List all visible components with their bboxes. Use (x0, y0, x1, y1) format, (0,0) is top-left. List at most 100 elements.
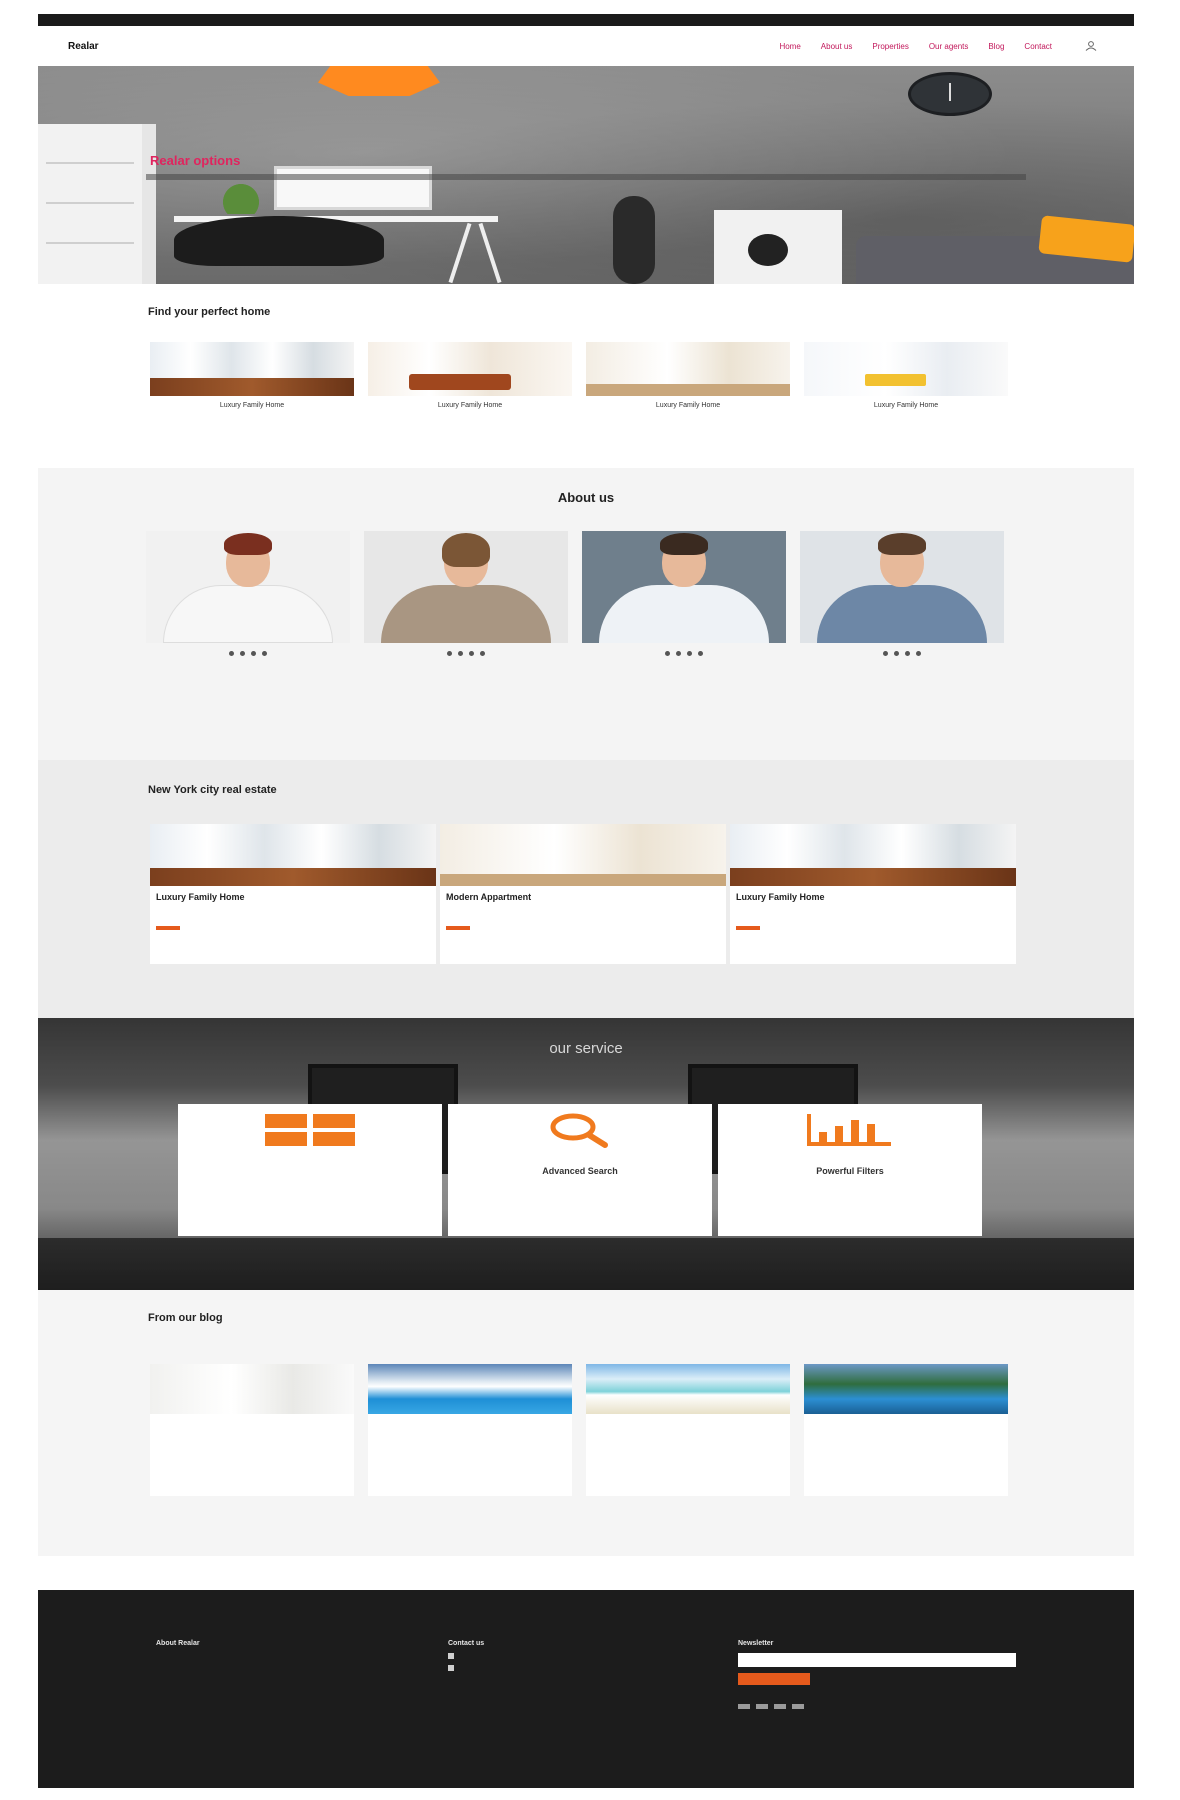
property-card[interactable]: Luxury Family Home (150, 342, 354, 413)
chart-icon (807, 1114, 891, 1146)
team-member (364, 531, 568, 656)
footer-social-links (738, 1704, 1028, 1709)
listing-price (440, 914, 726, 917)
footer-about-title: About Realar (156, 1640, 200, 1647)
facebook-icon[interactable] (738, 1704, 750, 1709)
post-photo[interactable] (586, 1364, 790, 1414)
avatar (146, 531, 350, 643)
listing-title[interactable]: Luxury Family Home (730, 886, 1016, 902)
property-card[interactable]: Luxury Family Home (804, 342, 1008, 413)
instagram-icon[interactable] (687, 651, 692, 656)
team-grid (146, 531, 1134, 656)
property-photo[interactable] (368, 342, 572, 396)
details-button[interactable] (446, 926, 470, 930)
property-caption[interactable]: Luxury Family Home (586, 402, 790, 409)
blog-post-card[interactable] (804, 1364, 1008, 1496)
blog-post-card[interactable] (586, 1364, 790, 1496)
instagram-icon[interactable] (251, 651, 256, 656)
property-photo[interactable] (150, 342, 354, 396)
listing-grid: Luxury Family Home Modern Appartment Lux… (150, 824, 1134, 964)
linkedin-icon[interactable] (262, 651, 267, 656)
continue-reading-link[interactable] (150, 1426, 354, 1434)
instagram-icon[interactable] (469, 651, 474, 656)
avatar (582, 531, 786, 643)
instagram-icon[interactable] (905, 651, 910, 656)
listing-card[interactable]: Luxury Family Home (150, 824, 436, 964)
chair-graphic (174, 216, 384, 266)
facebook-icon[interactable] (665, 651, 670, 656)
listing-card[interactable]: Modern Appartment (440, 824, 726, 964)
wall-clock-graphic (908, 72, 992, 116)
account-button[interactable] (1080, 35, 1102, 57)
property-photo[interactable] (804, 342, 1008, 396)
property-caption[interactable]: Luxury Family Home (368, 402, 572, 409)
property-card[interactable]: Luxury Family Home (368, 342, 572, 413)
listing-title[interactable]: Luxury Family Home (150, 886, 436, 902)
continue-reading-link[interactable] (368, 1426, 572, 1434)
cabinet-graphic (714, 210, 842, 284)
avatar (800, 531, 1004, 643)
linkedin-icon[interactable] (480, 651, 485, 656)
facebook-icon[interactable] (229, 651, 234, 656)
listing-card[interactable]: Luxury Family Home (730, 824, 1016, 964)
twitter-icon[interactable] (756, 1704, 768, 1709)
property-caption[interactable]: Luxury Family Home (150, 402, 354, 409)
twitter-icon[interactable] (458, 651, 463, 656)
blog-section: From our blog (38, 1290, 1134, 1556)
skateboard-graphic (613, 196, 655, 284)
instagram-icon[interactable] (774, 1704, 786, 1709)
listing-photo[interactable] (730, 824, 1016, 886)
post-photo[interactable] (368, 1364, 572, 1414)
team-member (582, 531, 786, 656)
top-utility-bar (38, 14, 1134, 26)
footer-contact-title: Contact us (448, 1640, 485, 1647)
nav-contact[interactable]: Contact (1024, 42, 1052, 51)
nav-home[interactable]: Home (779, 42, 800, 51)
footer-newsletter: Newsletter (738, 1640, 1028, 1709)
linkedin-icon[interactable] (698, 651, 703, 656)
shelf-graphic (38, 124, 156, 284)
site-logo[interactable]: Realar (68, 41, 99, 52)
newsletter-email-input[interactable] (738, 1653, 1016, 1667)
twitter-icon[interactable] (240, 651, 245, 656)
listing-title[interactable]: Modern Appartment (440, 886, 726, 902)
twitter-icon[interactable] (894, 651, 899, 656)
site-footer: About Realar Contact us Newsletter (38, 1590, 1134, 1788)
post-photo[interactable] (804, 1364, 1008, 1414)
nav-blog[interactable]: Blog (988, 42, 1004, 51)
youtube-icon[interactable] (792, 1704, 804, 1709)
listing-photo[interactable] (150, 824, 436, 886)
property-card[interactable]: Luxury Family Home (586, 342, 790, 413)
property-caption[interactable]: Luxury Family Home (804, 402, 1008, 409)
hero-title: Realar options (150, 153, 241, 168)
member-social-links (364, 651, 568, 656)
section-title: Find your perfect home (148, 306, 271, 318)
blog-subtitle (38, 1324, 1134, 1330)
linkedin-icon[interactable] (916, 651, 921, 656)
blog-title: From our blog (148, 1312, 223, 1324)
nav-properties[interactable]: Properties (872, 42, 908, 51)
facebook-icon[interactable] (447, 651, 452, 656)
blog-post-card[interactable] (368, 1364, 572, 1496)
continue-reading-link[interactable] (804, 1426, 1008, 1434)
newsletter-title: Newsletter (738, 1640, 774, 1647)
nav-about[interactable]: About us (821, 42, 853, 51)
subscribe-button[interactable] (738, 1673, 810, 1685)
service-section: our service Advanced Search Powerful Fil… (38, 1018, 1134, 1290)
grid-icon (265, 1114, 355, 1146)
facebook-icon[interactable] (883, 651, 888, 656)
section-title: New York city real estate (148, 784, 277, 796)
bottom-bar (38, 1788, 1134, 1800)
continue-reading-link[interactable] (586, 1426, 790, 1434)
search-icon (550, 1113, 608, 1148)
service-title: our service (549, 1040, 623, 1057)
details-button[interactable] (736, 926, 760, 930)
post-photo[interactable] (150, 1364, 354, 1414)
blog-post-card[interactable] (150, 1364, 354, 1496)
details-button[interactable] (156, 926, 180, 930)
twitter-icon[interactable] (676, 651, 681, 656)
location-icon (448, 1653, 454, 1659)
listing-photo[interactable] (440, 824, 726, 886)
nav-agents[interactable]: Our agents (929, 42, 969, 51)
property-photo[interactable] (586, 342, 790, 396)
